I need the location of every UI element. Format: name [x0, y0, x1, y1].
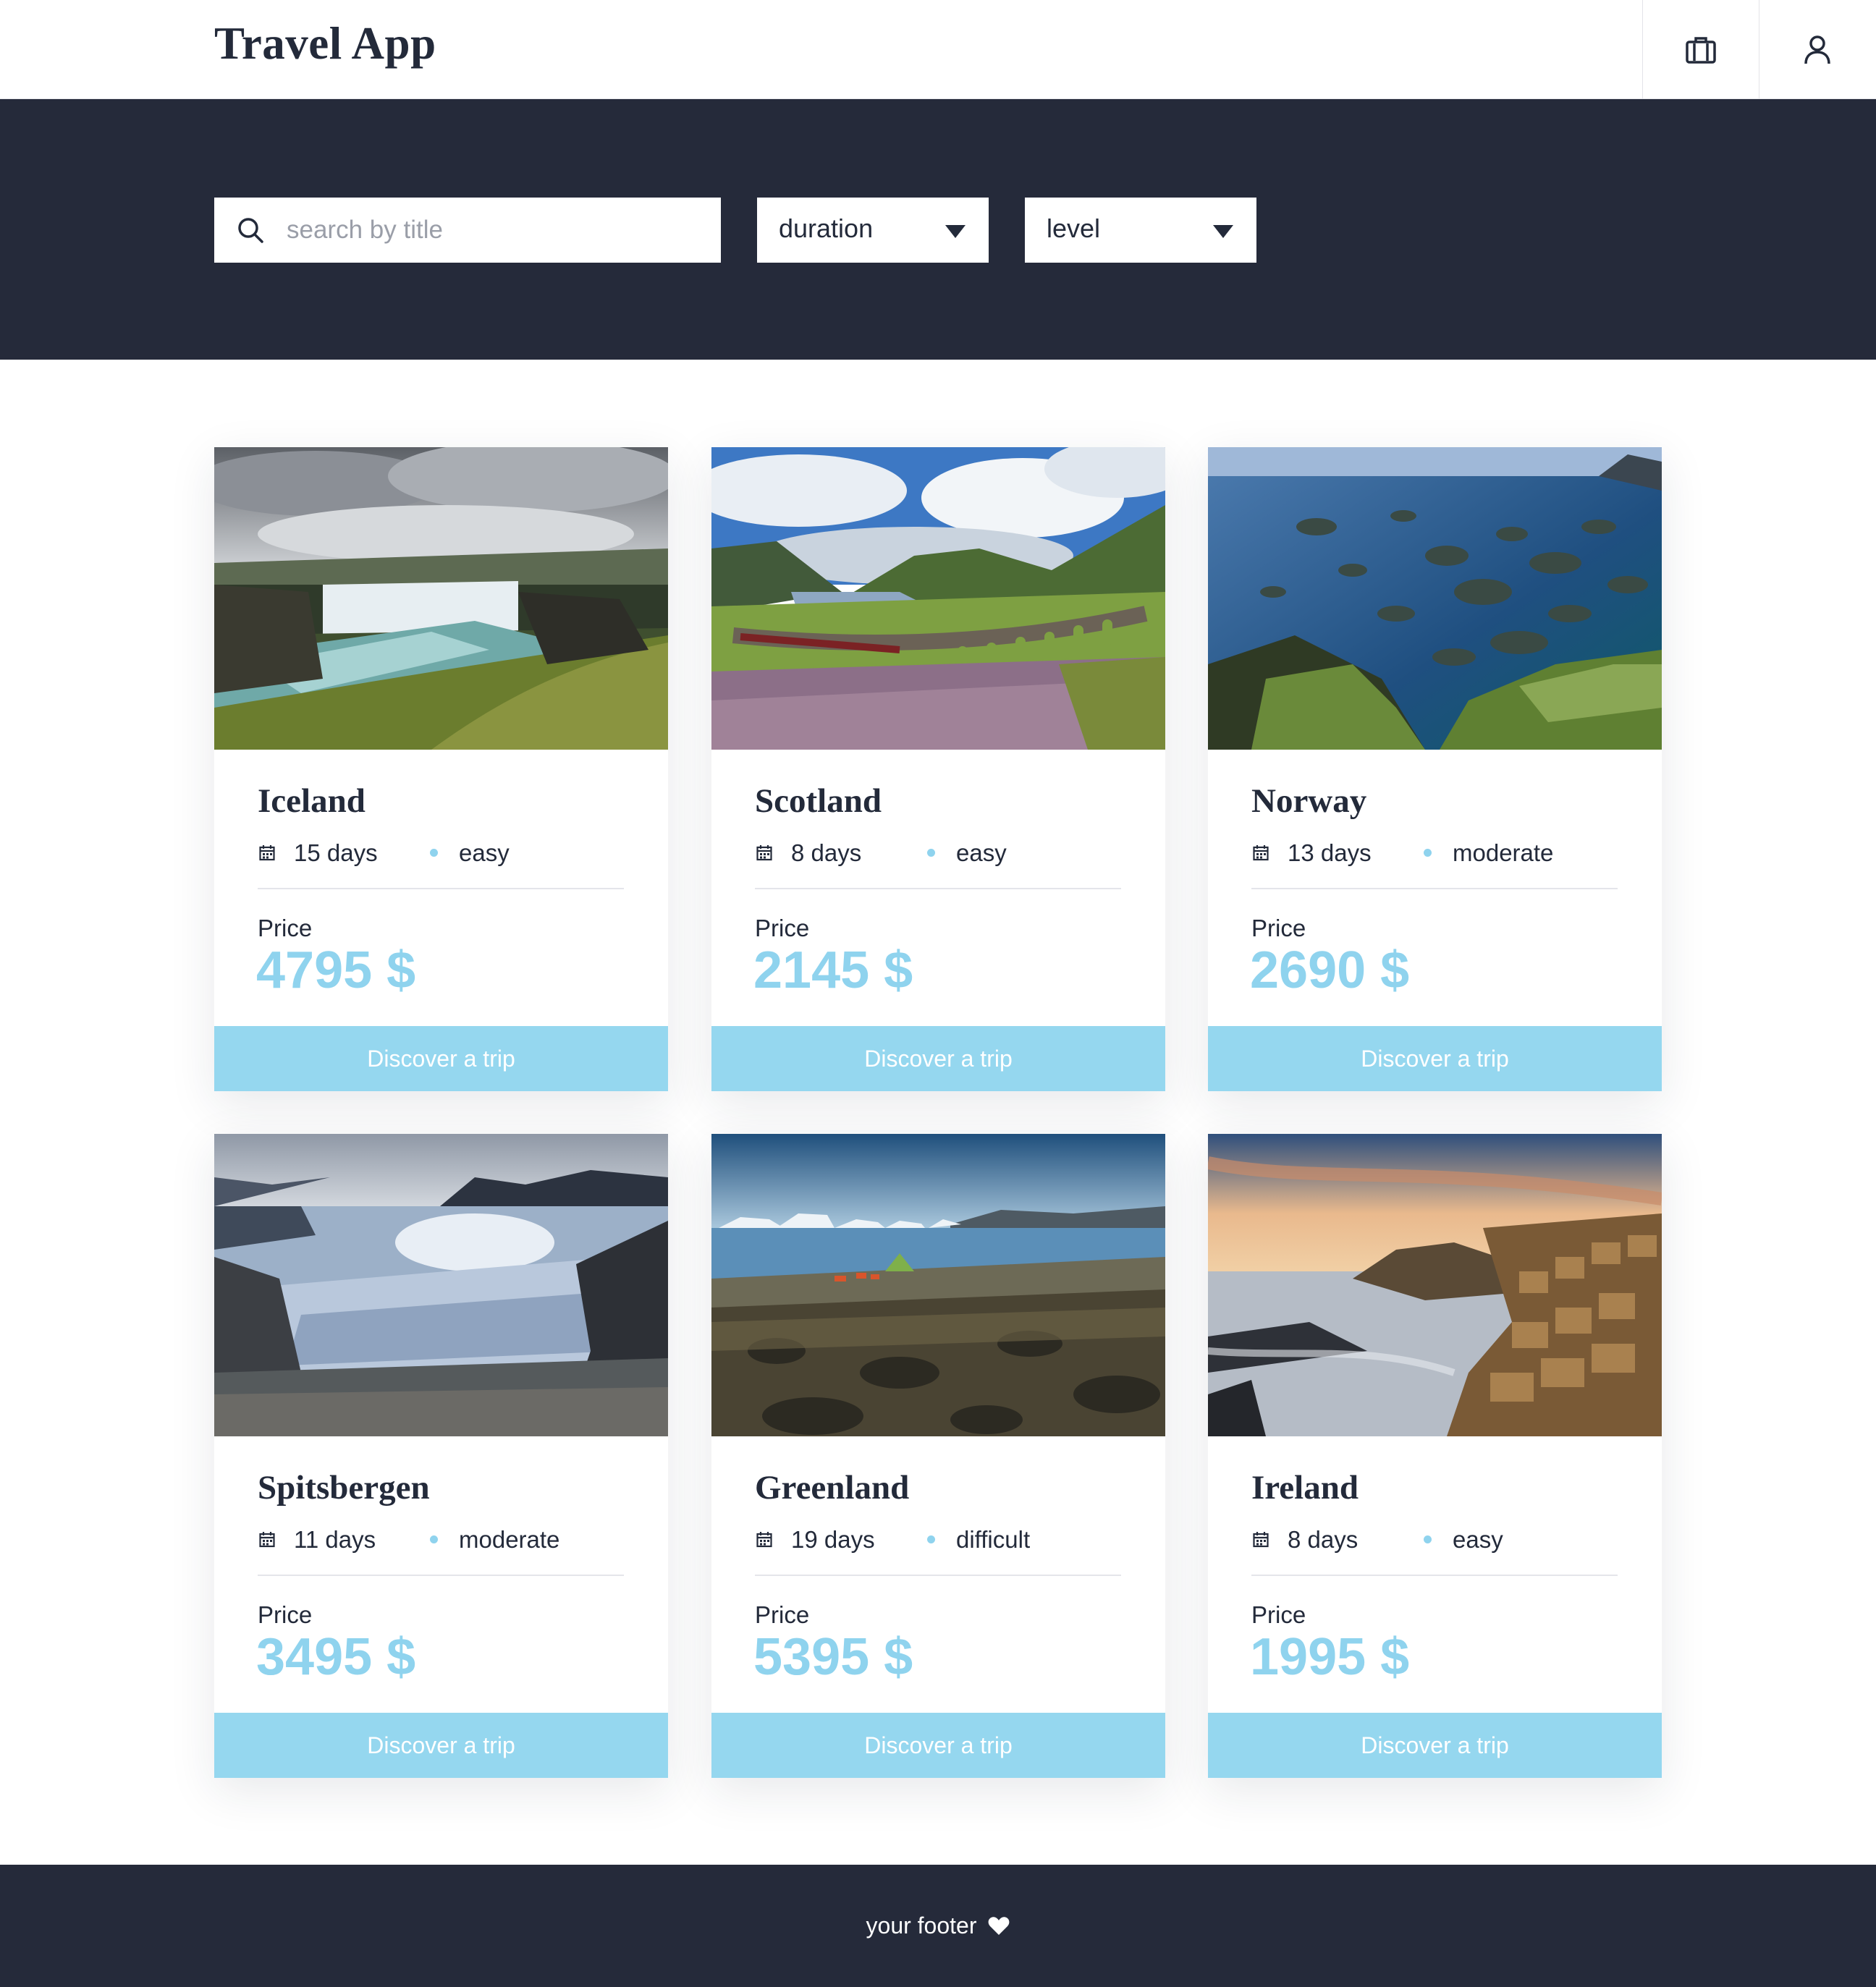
app-title[interactable]: Travel App	[214, 17, 436, 70]
trip-card: Norway 13 days moderate Price 2690 $ Dis…	[1208, 447, 1662, 1091]
chevron-down-icon	[945, 225, 966, 238]
trip-level: difficult	[956, 1526, 1031, 1553]
trip-price: 3495 $	[256, 1628, 416, 1686]
trip-photo-ireland	[1208, 1134, 1662, 1436]
trip-level: easy	[459, 839, 510, 866]
discover-trip-button[interactable]: Discover a trip	[1208, 1026, 1662, 1091]
search-box[interactable]	[214, 198, 721, 263]
price-label: Price	[755, 915, 810, 941]
trip-duration: 8 days	[1288, 1526, 1359, 1553]
level-select[interactable]: level	[1025, 198, 1256, 263]
search-input[interactable]	[287, 216, 692, 245]
price-label: Price	[258, 915, 313, 941]
trip-price: 5395 $	[753, 1628, 913, 1686]
trip-meta: 8 days easy	[1251, 1526, 1618, 1554]
footer-text: your footer	[866, 1912, 977, 1939]
discover-trip-button[interactable]: Discover a trip	[214, 1713, 668, 1778]
discover-trip-button[interactable]: Discover a trip	[1208, 1713, 1662, 1778]
duration-select-label: duration	[779, 213, 874, 243]
trip-title: Iceland	[258, 782, 366, 820]
trip-title: Norway	[1251, 782, 1367, 820]
trip-duration: 11 days	[294, 1526, 376, 1553]
header: Travel App	[0, 0, 1876, 99]
briefcase-icon	[1686, 36, 1716, 64]
divider	[1251, 1575, 1618, 1576]
trip-meta: 19 days difficult	[755, 1526, 1121, 1554]
trip-meta: 15 days easy	[258, 839, 624, 867]
calendar-icon	[756, 845, 772, 861]
trip-meta: 11 days moderate	[258, 1526, 624, 1554]
trip-price: 1995 $	[1250, 1628, 1410, 1686]
profile-button[interactable]	[1759, 0, 1875, 99]
trip-photo-scotland	[711, 447, 1165, 750]
trip-duration: 15 days	[294, 839, 378, 866]
calendar-icon	[756, 1532, 772, 1548]
calendar-icon	[259, 845, 275, 861]
price-label: Price	[258, 1601, 313, 1628]
calendar-icon	[1253, 845, 1269, 861]
discover-trip-button[interactable]: Discover a trip	[711, 1713, 1165, 1778]
level-select-label: level	[1047, 213, 1101, 243]
trip-duration: 19 days	[791, 1526, 875, 1553]
trip-level: easy	[956, 839, 1007, 866]
footer: your footer	[0, 1865, 1876, 1987]
trip-price: 4795 $	[256, 941, 416, 999]
level-dot-icon	[1424, 1535, 1432, 1543]
divider	[258, 888, 624, 889]
price-label: Price	[1251, 915, 1306, 941]
discover-trip-button[interactable]: Discover a trip	[711, 1026, 1165, 1091]
trips-button[interactable]	[1642, 0, 1759, 99]
trip-level: moderate	[1453, 839, 1554, 866]
trip-card: Ireland 8 days easy Price 1995 $ Discove…	[1208, 1134, 1662, 1778]
calendar-icon	[259, 1532, 275, 1548]
divider	[755, 888, 1121, 889]
filter-bar: duration level	[0, 99, 1876, 360]
trip-photo-norway	[1208, 447, 1662, 750]
trip-card: Scotland 8 days easy Price 2145 $ Discov…	[711, 447, 1165, 1091]
level-dot-icon	[927, 849, 935, 857]
trip-price: 2145 $	[753, 941, 913, 999]
trip-duration: 13 days	[1288, 839, 1372, 866]
user-icon	[1804, 35, 1830, 64]
trip-level: moderate	[459, 1526, 560, 1553]
price-label: Price	[755, 1601, 810, 1628]
trip-photo-greenland	[711, 1134, 1165, 1436]
divider	[1251, 888, 1618, 889]
trip-duration: 8 days	[791, 839, 862, 866]
level-dot-icon	[430, 1535, 438, 1543]
level-dot-icon	[430, 849, 438, 857]
level-dot-icon	[927, 1535, 935, 1543]
trip-photo-spitsbergen	[214, 1134, 668, 1436]
trip-title: Greenland	[755, 1469, 910, 1507]
trip-meta: 13 days moderate	[1251, 839, 1618, 867]
trip-card: Greenland 19 days difficult Price 5395 $…	[711, 1134, 1165, 1778]
trip-meta: 8 days easy	[755, 839, 1121, 867]
trip-title: Spitsbergen	[258, 1469, 430, 1507]
level-dot-icon	[1424, 849, 1432, 857]
divider	[755, 1575, 1121, 1576]
trip-title: Ireland	[1251, 1469, 1359, 1507]
trip-photo-iceland	[214, 447, 668, 750]
heart-icon	[988, 1916, 1010, 1936]
trip-card: Iceland 15 days easy Price 4795 $ Discov…	[214, 447, 668, 1091]
search-icon	[236, 216, 265, 245]
duration-select[interactable]: duration	[757, 198, 989, 263]
chevron-down-icon	[1213, 225, 1233, 238]
calendar-icon	[1253, 1532, 1269, 1548]
trip-title: Scotland	[755, 782, 882, 820]
divider	[258, 1575, 624, 1576]
price-label: Price	[1251, 1601, 1306, 1628]
trip-card: Spitsbergen 11 days moderate Price 3495 …	[214, 1134, 668, 1778]
trip-level: easy	[1453, 1526, 1503, 1553]
trip-price: 2690 $	[1250, 941, 1410, 999]
discover-trip-button[interactable]: Discover a trip	[214, 1026, 668, 1091]
